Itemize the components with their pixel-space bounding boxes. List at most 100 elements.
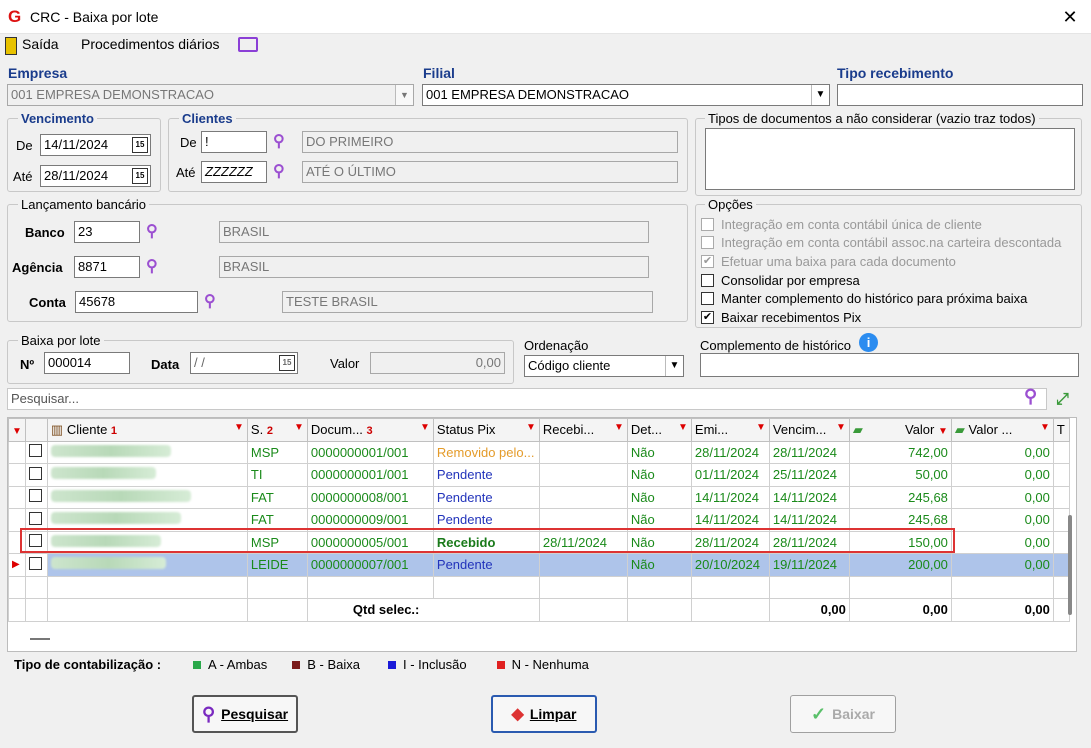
row-checkbox[interactable] <box>24 440 48 464</box>
col-status-pix[interactable]: Status Pix ▼ <box>432 418 540 442</box>
table-row[interactable]: FAT 0000000009/001 Pendente Não 14/11/2024 14… <box>8 508 1070 532</box>
table-row[interactable]: MSP 0000000005/001 Recebido 28/11/2024 Não 28… <box>8 530 1070 554</box>
table-row[interactable]: FAT 0000000008/001 Pendente Não 14/11/2024 14… <box>8 485 1070 509</box>
search-icon[interactable]: ⚲ <box>146 256 158 276</box>
complemento-input[interactable] <box>700 353 1079 377</box>
option-row[interactable]: Manter complemento do histórico para pró… <box>701 289 1079 308</box>
footer-label: Qtd selec.: <box>306 598 540 622</box>
window-title: CRC - Baixa por lote <box>30 9 159 25</box>
table-row[interactable]: ▶ LEIDE 0000000007/001 Pendente Não 20/10/202… <box>8 553 1070 577</box>
grid-scrollbar[interactable] <box>1068 515 1072 615</box>
cell-recebido <box>538 508 628 532</box>
col-valor[interactable]: ▰ Valor ▼ <box>848 418 952 442</box>
calendar-icon[interactable]: 15 <box>132 137 148 153</box>
row-checkbox[interactable] <box>24 485 48 509</box>
filial-label: Filial <box>423 65 455 81</box>
cell-valor: 150,00 <box>848 530 952 554</box>
clientes-ate-input[interactable]: ZZZZZZ <box>201 161 267 183</box>
baixar-button[interactable]: ✓ Baixar <box>790 695 896 733</box>
clientes-de-input[interactable]: ! <box>201 131 267 153</box>
table-row[interactable]: TI 0000000001/001 Pendente Não 01/11/2024 25/… <box>8 463 1070 487</box>
option-label: Manter complemento do histórico para pró… <box>721 291 1028 307</box>
search-icon[interactable]: ⚲ <box>204 291 216 311</box>
cell-documento: 0000000008/001 <box>306 485 434 509</box>
grid-footer-handle[interactable] <box>30 638 50 640</box>
pesquisar-button[interactable]: ⚲ Pesquisar <box>192 695 298 733</box>
col-recebido[interactable]: Recebi... ▼ <box>538 418 628 442</box>
cell-valor2: 0,00 <box>950 440 1054 464</box>
conta-desc: TESTE BRASIL <box>282 291 653 313</box>
cell-documento: 0000000009/001 <box>306 508 434 532</box>
row-checkbox[interactable] <box>24 463 48 487</box>
legend-title: Tipo de contabilização : <box>14 657 162 672</box>
footer-venc: 0,00 <box>768 598 850 622</box>
search-icon[interactable]: ⚲ <box>1024 386 1037 407</box>
option-label: Consolidar por empresa <box>721 272 860 288</box>
search-icon[interactable]: ⚲ <box>273 161 285 181</box>
baixa-data-label: Data <box>151 357 180 372</box>
legend-item: N - Nenhuma <box>496 657 589 672</box>
col-s[interactable]: S. 2 ▼ <box>246 418 308 442</box>
tipo-recebimento-input[interactable] <box>837 84 1083 106</box>
grid-search-input[interactable]: Pesquisar... <box>7 388 1047 410</box>
option-row[interactable]: ✔ Baixar recebimentos Pix <box>701 308 1079 327</box>
option-checkbox[interactable] <box>701 273 714 287</box>
footer-valor: 0,00 <box>848 598 952 622</box>
table-row[interactable]: MSP 0000000001/001 Removido pelo... Não 28/1… <box>8 440 1070 464</box>
cell-recebido <box>538 463 628 487</box>
empresa-label: Empresa <box>8 65 68 81</box>
conta-input[interactable]: 45678 <box>75 291 198 313</box>
ordenacao-label: Ordenação <box>524 338 589 353</box>
close-button[interactable]: ✕ <box>1058 5 1082 29</box>
vencimento-ate-input[interactable]: 28/11/2024 15 <box>40 165 151 187</box>
option-checkbox[interactable] <box>701 292 714 306</box>
row-checkbox[interactable] <box>24 530 48 554</box>
search-icon[interactable]: ⚲ <box>146 221 158 241</box>
tipos-doc-input[interactable] <box>705 128 1075 190</box>
calendar-icon[interactable]: 15 <box>279 355 295 371</box>
row-indicator <box>8 485 26 509</box>
option-row[interactable]: Consolidar por empresa <box>701 271 1079 290</box>
vencimento-de-input[interactable]: 14/11/2024 15 <box>40 134 151 156</box>
baixa-data-input[interactable]: / /15 <box>190 352 298 374</box>
legend-label: A - Ambas <box>208 657 268 672</box>
search-icon[interactable]: ⚲ <box>273 131 285 151</box>
cell-valor2: 0,00 <box>950 463 1054 487</box>
col-emissao[interactable]: Emi... ▼ <box>690 418 770 442</box>
cell-status-pix: Pendente <box>432 463 540 487</box>
cell-det: Não <box>626 440 692 464</box>
col-det[interactable]: Det... ▼ <box>626 418 692 442</box>
menu-exit[interactable]: Saída <box>22 36 59 52</box>
col-t[interactable]: T <box>1052 418 1070 442</box>
option-checkbox[interactable]: ✔ <box>701 310 714 324</box>
col-valor2[interactable]: ▰ Valor ... ▼ <box>950 418 1054 442</box>
complemento-label: Complemento de histórico <box>700 338 852 353</box>
col-vencimento[interactable]: Vencim... ▼ <box>768 418 850 442</box>
agencia-desc: BRASIL <box>219 256 649 278</box>
agencia-input[interactable]: 8871 <box>74 256 140 278</box>
cell-status-pix: Pendente <box>432 485 540 509</box>
calendar-icon[interactable]: 15 <box>132 168 148 184</box>
banco-input[interactable]: 23 <box>74 221 140 243</box>
vencimento-de-label: De <box>16 138 33 153</box>
menu-daily-procedures[interactable]: Procedimentos diários <box>81 36 220 52</box>
filial-select[interactable]: 001 EMPRESA DEMONSTRACAO ▼ <box>422 84 830 106</box>
exit-icon <box>5 37 17 55</box>
cell-cliente <box>46 485 248 509</box>
baixa-n-input[interactable]: 000014 <box>44 352 130 374</box>
row-checkbox[interactable] <box>24 553 48 577</box>
cell-s: FAT <box>246 508 308 532</box>
col-cliente[interactable]: ▥ Cliente 1 ▼ <box>46 418 248 442</box>
footer-valor2: 0,00 <box>950 598 1054 622</box>
row-checkbox[interactable] <box>24 508 48 532</box>
col-documento[interactable]: Docum... 3 ▼ <box>306 418 434 442</box>
limpar-button[interactable]: ◆ Limpar <box>491 695 597 733</box>
cell-cliente <box>46 553 248 577</box>
grid-container: ▼ ▥ Cliente 1 ▼ S. 2 ▼ Docum... 3 ▼ Status … <box>7 417 1077 652</box>
option-label: Integração em conta contábil única de cl… <box>721 216 982 232</box>
cell-valor2: 0,00 <box>950 508 1054 532</box>
info-icon[interactable]: i <box>859 333 878 352</box>
expand-icon[interactable]: ⤢ <box>1056 391 1069 409</box>
ordenacao-select[interactable]: Código cliente ▼ <box>524 355 684 377</box>
cell-documento: 0000000001/001 <box>306 440 434 464</box>
